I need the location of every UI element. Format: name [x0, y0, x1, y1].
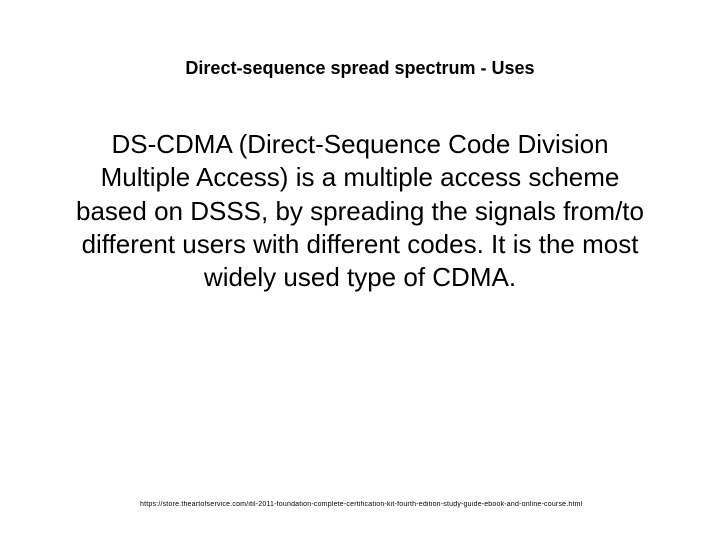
slide: Direct-sequence spread spectrum - Uses D… [0, 0, 720, 540]
slide-title: Direct-sequence spread spectrum - Uses [0, 58, 720, 79]
slide-body-text: DS-CDMA (Direct-Sequence Code Division M… [70, 128, 650, 294]
footer-link-text: https://store.theartofservice.com/itil-2… [140, 501, 660, 508]
